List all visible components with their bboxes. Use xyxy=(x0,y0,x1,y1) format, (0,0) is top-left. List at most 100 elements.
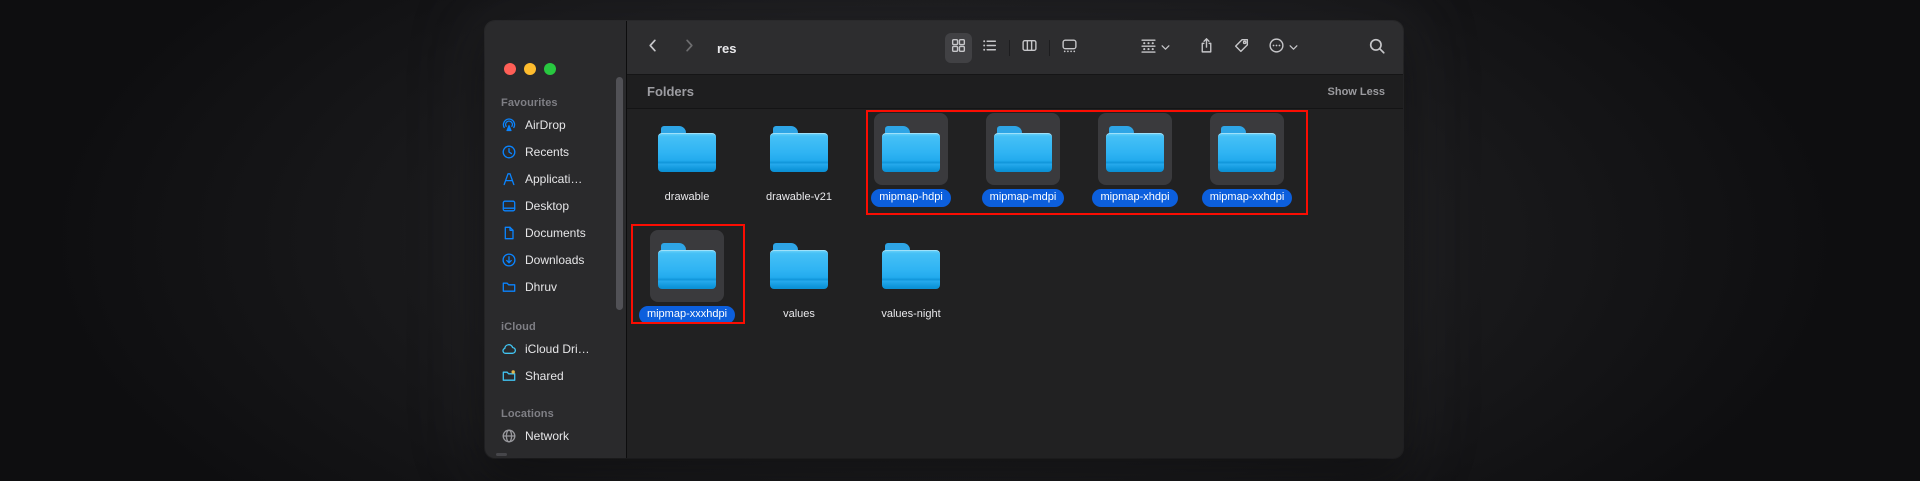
folder-label-selected: mipmap-xxxhdpi xyxy=(638,306,736,324)
show-less-button[interactable]: Show Less xyxy=(1328,86,1385,98)
icon-view-button[interactable] xyxy=(945,33,972,63)
folder-label: drawable xyxy=(664,191,710,203)
folder-icon xyxy=(882,243,940,289)
sidebar-item-label: Network xyxy=(525,428,570,443)
folder-icon xyxy=(1218,126,1276,172)
shared-folder-icon xyxy=(501,368,517,384)
tag-button[interactable] xyxy=(1228,33,1255,63)
group-icon xyxy=(1140,37,1157,59)
folder-label: values-night xyxy=(881,308,941,320)
traffic-lights xyxy=(504,63,556,75)
forward-button[interactable] xyxy=(676,33,701,63)
folder-item-mipmap-xxxhdpi[interactable]: mipmap-xxxhdpi xyxy=(631,228,743,326)
main-area: res Folders Show Less drawable drawable-… xyxy=(627,21,1403,458)
sidebar: Favourites AirDrop Recents Applicati… Deskto… xyxy=(485,21,627,458)
globe-icon xyxy=(501,428,517,444)
desktop-background: Favourites AirDrop Recents Applicati… Deskto… xyxy=(0,0,1920,481)
folder-label-selected: mipmap-mdpi xyxy=(981,189,1065,207)
search-icon xyxy=(1368,37,1386,60)
sidebar-item-dhruv[interactable]: Dhruv xyxy=(485,273,616,300)
sidebar-item-label: Documents xyxy=(525,225,586,240)
folder-label-selected: mipmap-xhdpi xyxy=(1092,189,1178,207)
sidebar-item-documents[interactable]: Documents xyxy=(485,219,616,246)
folder-item-mipmap-mdpi[interactable]: mipmap-mdpi xyxy=(967,111,1079,209)
sidebar-item-label: Downloads xyxy=(525,252,585,267)
sidebar-item-label: Recents xyxy=(525,144,570,159)
gallery-view-icon xyxy=(1061,37,1078,59)
sidebar-item-downloads[interactable]: Downloads xyxy=(485,246,616,273)
folder-icon xyxy=(770,126,828,172)
sidebar-item-label: Shared xyxy=(525,368,564,383)
sidebar-item-label: Desktop xyxy=(525,198,570,213)
back-button[interactable] xyxy=(641,33,666,63)
folder-item-values-night[interactable]: values-night xyxy=(855,228,967,326)
gallery-view-button[interactable] xyxy=(1056,33,1083,63)
sidebar-scrollbar[interactable] xyxy=(616,77,623,310)
folder-icon xyxy=(658,126,716,172)
sidebar-item-label: AirDrop xyxy=(525,117,566,132)
section-title: Folders xyxy=(647,84,694,99)
grid-view-icon xyxy=(950,37,967,59)
group-button[interactable] xyxy=(1135,33,1175,63)
sidebar-item-icloud-dri[interactable]: iCloud Dri… xyxy=(485,335,616,362)
sidebar-item-label: iCloud Dri… xyxy=(525,341,590,356)
share-button[interactable] xyxy=(1193,33,1220,63)
sidebar-item-network[interactable]: Network xyxy=(485,422,616,449)
search-button[interactable] xyxy=(1363,33,1391,63)
sidebar-item-label: Dhruv xyxy=(525,279,558,294)
sidebar-section-label: Locations xyxy=(501,408,554,420)
applications-icon xyxy=(501,171,517,187)
window-title: res xyxy=(717,40,737,56)
column-view-icon xyxy=(1021,37,1038,59)
sidebar-item-shared[interactable]: Shared xyxy=(485,362,616,389)
minimize-button[interactable] xyxy=(524,63,536,75)
share-icon xyxy=(1198,37,1215,59)
desktop-icon xyxy=(501,198,517,214)
chevron-left-icon xyxy=(646,38,661,58)
download-icon xyxy=(501,252,517,268)
finder-window: Favourites AirDrop Recents Applicati… Deskto… xyxy=(485,21,1403,458)
sidebar-item-airdrop[interactable]: AirDrop xyxy=(485,111,616,138)
chevron-down-icon xyxy=(1289,39,1298,57)
close-button[interactable] xyxy=(504,63,516,75)
document-icon xyxy=(501,225,517,241)
tag-icon xyxy=(1233,37,1250,59)
folder-icon xyxy=(501,279,517,295)
chevron-down-icon xyxy=(1161,39,1170,57)
list-view-icon xyxy=(981,37,998,59)
ellipsis-circle-icon xyxy=(1268,37,1285,59)
sidebar-list: Favourites AirDrop Recents Applicati… Deskto… xyxy=(485,95,616,449)
folder-item-mipmap-xxhdpi[interactable]: mipmap-xxhdpi xyxy=(1191,111,1303,209)
more-button[interactable] xyxy=(1263,33,1303,63)
files-grid: drawable drawable-v21 mipmap-hdpi mipmap-md… xyxy=(627,109,1403,458)
sidebar-item-applicati[interactable]: Applicati… xyxy=(485,165,616,192)
zoom-button[interactable] xyxy=(544,63,556,75)
clock-icon xyxy=(501,144,517,160)
sidebar-section-label: Favourites xyxy=(501,97,558,109)
sidebar-item-recents[interactable]: Recents xyxy=(485,138,616,165)
toolbar: res xyxy=(627,21,1403,75)
folder-label: drawable-v21 xyxy=(765,191,833,203)
folder-label-selected: mipmap-xxhdpi xyxy=(1201,189,1293,207)
folder-label-selected: mipmap-hdpi xyxy=(871,189,951,207)
sidebar-section-label: iCloud xyxy=(501,321,536,333)
folder-item-mipmap-xhdpi[interactable]: mipmap-xhdpi xyxy=(1079,111,1191,209)
folder-item-values[interactable]: values xyxy=(743,228,855,326)
airdrop-icon xyxy=(501,117,517,133)
folder-icon xyxy=(658,243,716,289)
folder-icon xyxy=(882,126,940,172)
chevron-right-icon xyxy=(681,38,696,58)
list-view-button[interactable] xyxy=(976,33,1003,63)
folder-item-drawable[interactable]: drawable xyxy=(631,111,743,209)
cloud-icon xyxy=(501,341,517,357)
folder-icon xyxy=(1106,126,1164,172)
folder-icon xyxy=(770,243,828,289)
section-header-bar: Folders Show Less xyxy=(627,75,1403,109)
folder-item-mipmap-hdpi[interactable]: mipmap-hdpi xyxy=(855,111,967,209)
folder-icon xyxy=(994,126,1052,172)
sidebar-item-desktop[interactable]: Desktop xyxy=(485,192,616,219)
folder-item-drawable-v21[interactable]: drawable-v21 xyxy=(743,111,855,209)
column-view-button[interactable] xyxy=(1016,33,1043,63)
clipped-section-label xyxy=(496,453,507,456)
sidebar-item-label: Applicati… xyxy=(525,171,583,186)
